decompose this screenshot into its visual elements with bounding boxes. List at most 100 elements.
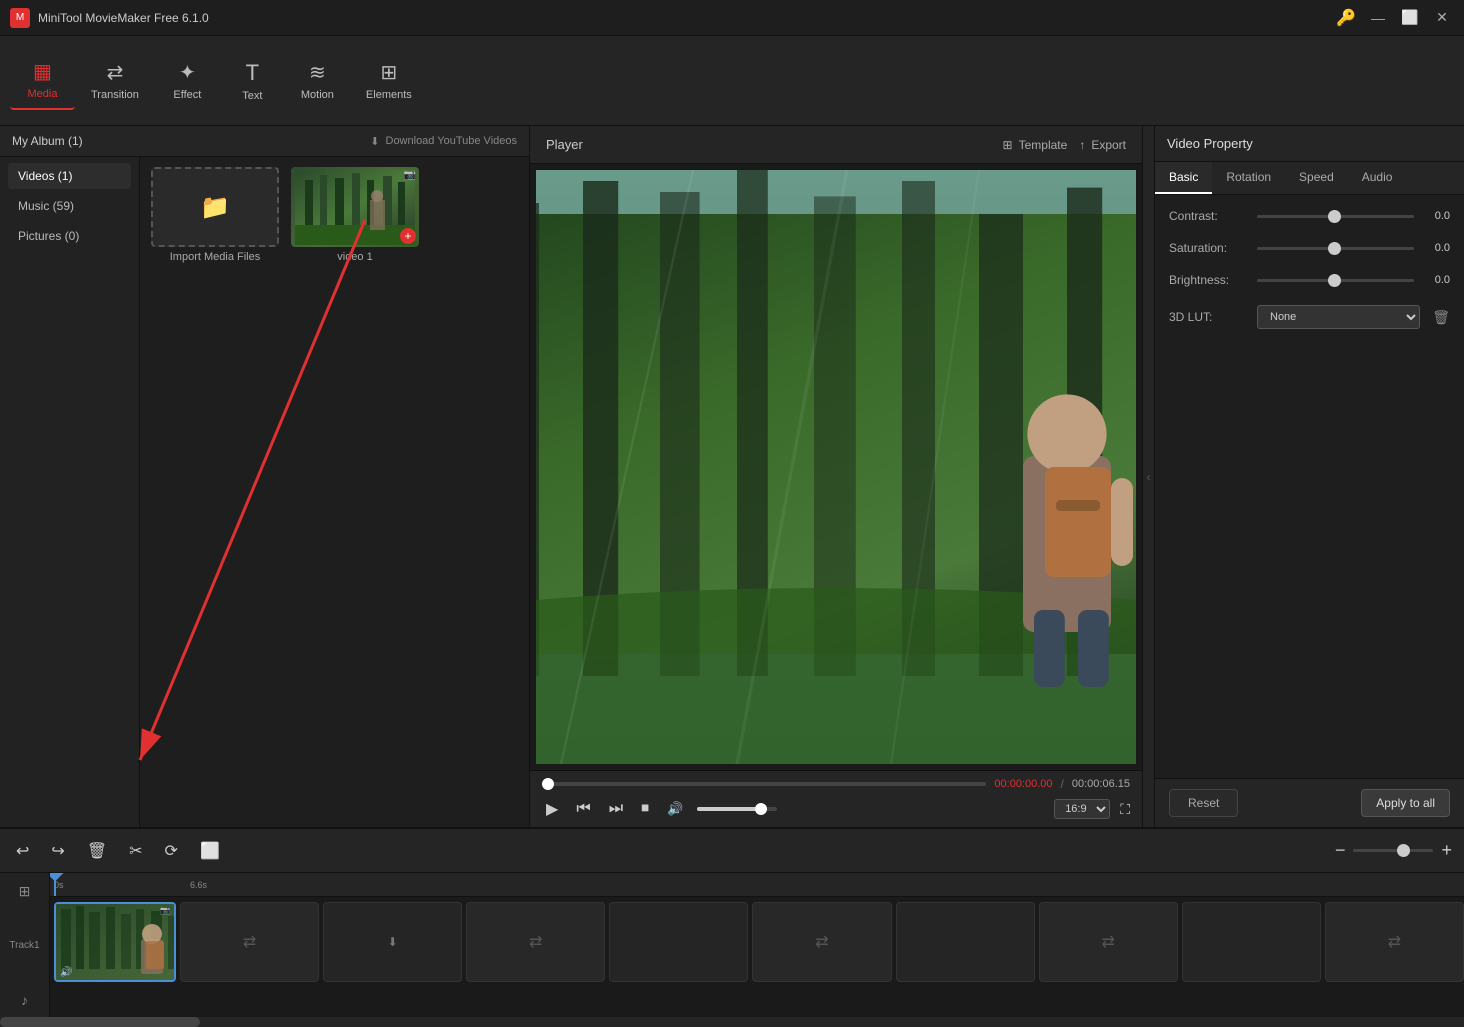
toolbar-item-effect[interactable]: ✦ Effect — [155, 52, 220, 109]
contrast-slider[interactable] — [1257, 215, 1414, 218]
nav-item-videos[interactable]: Videos (1) — [8, 163, 131, 189]
transition-label: Transition — [91, 89, 139, 101]
zoom-in-button[interactable]: + — [1441, 840, 1452, 861]
add-track-icon[interactable]: ⊞ — [0, 875, 49, 908]
timeline-slot-3[interactable]: ⇄ — [466, 902, 605, 982]
rotate-button[interactable]: ⟳ — [161, 837, 182, 865]
player-panel: Player ⊞ Template ↑ Export — [530, 126, 1142, 827]
contrast-thumb[interactable] — [1328, 210, 1341, 223]
saturation-slider[interactable] — [1257, 247, 1414, 250]
scrollbar-thumb[interactable] — [0, 1017, 200, 1027]
track-labels: ⊞ Track1 ♪ — [0, 873, 50, 1017]
tab-rotation[interactable]: Rotation — [1212, 162, 1285, 194]
left-panel: My Album (1) ⬇ Download YouTube Videos V… — [0, 126, 530, 827]
transition-arrow-3[interactable]: ⇄ — [815, 932, 828, 952]
download-slot-icon: ⬇ — [388, 935, 398, 949]
right-panel: Video Property Basic Rotation Speed Audi… — [1154, 126, 1464, 827]
saturation-label: Saturation: — [1169, 241, 1249, 255]
camera-icon: 📷 — [404, 170, 416, 181]
text-label: Text — [242, 90, 262, 102]
apply-all-button[interactable]: Apply to all — [1361, 789, 1450, 817]
transition-arrow-5[interactable]: ⇄ — [1388, 932, 1401, 952]
track1-label: Track1 — [0, 908, 49, 983]
redo-button[interactable]: ↪ — [47, 837, 68, 865]
controls-row: ▶ ⏮ ⏭ ⏹ 🔊 16:9 4:3 1:1 9:16 ⛶ — [542, 797, 1130, 821]
brightness-slider[interactable] — [1257, 279, 1414, 282]
contrast-row: Contrast: 0.0 — [1169, 209, 1450, 223]
aspect-ratio-select[interactable]: 16:9 4:3 1:1 9:16 — [1054, 799, 1110, 819]
transition-arrow-1[interactable]: ⇄ — [243, 932, 256, 952]
export-button[interactable]: ↑ Export — [1079, 138, 1126, 152]
zoom-out-button[interactable]: − — [1335, 840, 1346, 861]
timeline-slot-9[interactable]: ⇄ — [1325, 902, 1464, 982]
split-button[interactable]: ✂ — [125, 837, 146, 865]
property-content: Contrast: 0.0 Saturation: 0.0 Brightness… — [1155, 195, 1464, 778]
undo-button[interactable]: ↩ — [12, 837, 33, 865]
timeline-slot-7[interactable]: ⇄ — [1039, 902, 1178, 982]
video-track: 🔊 📷 ⇄ ⬇ ⇄ ⇄ ⇄ — [50, 897, 1464, 987]
timeline-slot-1[interactable]: ⇄ — [180, 902, 319, 982]
panel-collapse-handle[interactable]: ‹ — [1142, 126, 1154, 827]
main-area: My Album (1) ⬇ Download YouTube Videos V… — [0, 126, 1464, 827]
toolbar-item-media[interactable]: ▦ Media — [10, 51, 75, 110]
template-button[interactable]: ⊞ Template — [1003, 138, 1068, 152]
tab-basic[interactable]: Basic — [1155, 162, 1212, 194]
app-icon: M — [10, 8, 30, 28]
playhead[interactable] — [54, 873, 56, 896]
nav-item-pictures[interactable]: Pictures (0) — [8, 223, 131, 249]
maximize-button[interactable]: ⬜ — [1398, 6, 1422, 30]
volume-track[interactable] — [697, 807, 777, 811]
volume-button[interactable]: 🔊 — [663, 799, 687, 819]
window-controls: — ⬜ ✕ — [1366, 6, 1454, 30]
effect-label: Effect — [173, 89, 201, 101]
tab-audio[interactable]: Audio — [1348, 162, 1407, 194]
zoom-thumb[interactable] — [1397, 844, 1410, 857]
track-clip[interactable]: 🔊 📷 — [54, 902, 176, 982]
progress-thumb[interactable] — [542, 778, 554, 790]
lut-delete-button[interactable]: 🗑 — [1432, 309, 1450, 326]
import-media-item[interactable]: 📁 Import Media Files — [150, 167, 280, 263]
rewind-button[interactable]: ⏮ — [572, 798, 594, 820]
transition-arrow-2[interactable]: ⇄ — [529, 932, 542, 952]
play-button[interactable]: ▶ — [542, 797, 562, 821]
transition-arrow-4[interactable]: ⇄ — [1102, 932, 1115, 952]
stop-button[interactable]: ⏹ — [637, 798, 653, 820]
fullscreen-button[interactable]: ⛶ — [1120, 801, 1130, 818]
property-footer: Reset Apply to all — [1155, 778, 1464, 827]
brightness-value: 0.0 — [1422, 274, 1450, 286]
media-grid: 📁 Import Media Files — [140, 157, 529, 827]
timeline-slot-5[interactable]: ⇄ — [752, 902, 891, 982]
download-youtube-button[interactable]: ⬇ Download YouTube Videos — [370, 135, 517, 148]
lut-select[interactable]: None — [1257, 305, 1420, 329]
template-icon: ⊞ — [1003, 138, 1013, 152]
timeline-scrollbar[interactable] — [0, 1017, 1464, 1027]
close-button[interactable]: ✕ — [1430, 6, 1454, 30]
volume-thumb[interactable] — [755, 803, 767, 815]
video-media-item[interactable]: 📷 + video 1 — [290, 167, 420, 263]
ruler-6s: 6.6s — [190, 880, 207, 890]
template-label: Template — [1019, 138, 1068, 152]
nav-item-music[interactable]: Music (59) — [8, 193, 131, 219]
minimize-button[interactable]: — — [1366, 6, 1390, 30]
crop-button[interactable]: ⬜ — [196, 837, 224, 865]
toolbar-item-elements[interactable]: ⊞ Elements — [350, 52, 428, 109]
contrast-value: 0.0 — [1422, 210, 1450, 222]
timeline-zoom: − + — [1335, 840, 1452, 861]
zoom-slider[interactable] — [1353, 849, 1433, 852]
contrast-label: Contrast: — [1169, 209, 1249, 223]
toolbar-item-transition[interactable]: ⇄ Transition — [75, 52, 155, 109]
toolbar-item-text[interactable]: T Text — [220, 52, 285, 110]
reset-button[interactable]: Reset — [1169, 789, 1238, 817]
progress-track[interactable] — [542, 782, 986, 786]
time-display: 00:00:00.00 — [994, 778, 1052, 790]
delete-button[interactable]: 🗑 — [83, 837, 111, 865]
saturation-thumb[interactable] — [1328, 242, 1341, 255]
brightness-thumb[interactable] — [1328, 274, 1341, 287]
forward-button[interactable]: ⏭ — [605, 798, 627, 820]
tab-speed[interactable]: Speed — [1285, 162, 1348, 194]
add-badge[interactable]: + — [400, 228, 416, 244]
toolbar-item-motion[interactable]: ≋ Motion — [285, 52, 350, 109]
video-label: video 1 — [337, 251, 372, 263]
video-thumb[interactable]: 📷 + — [291, 167, 419, 247]
import-thumb[interactable]: 📁 — [151, 167, 279, 247]
